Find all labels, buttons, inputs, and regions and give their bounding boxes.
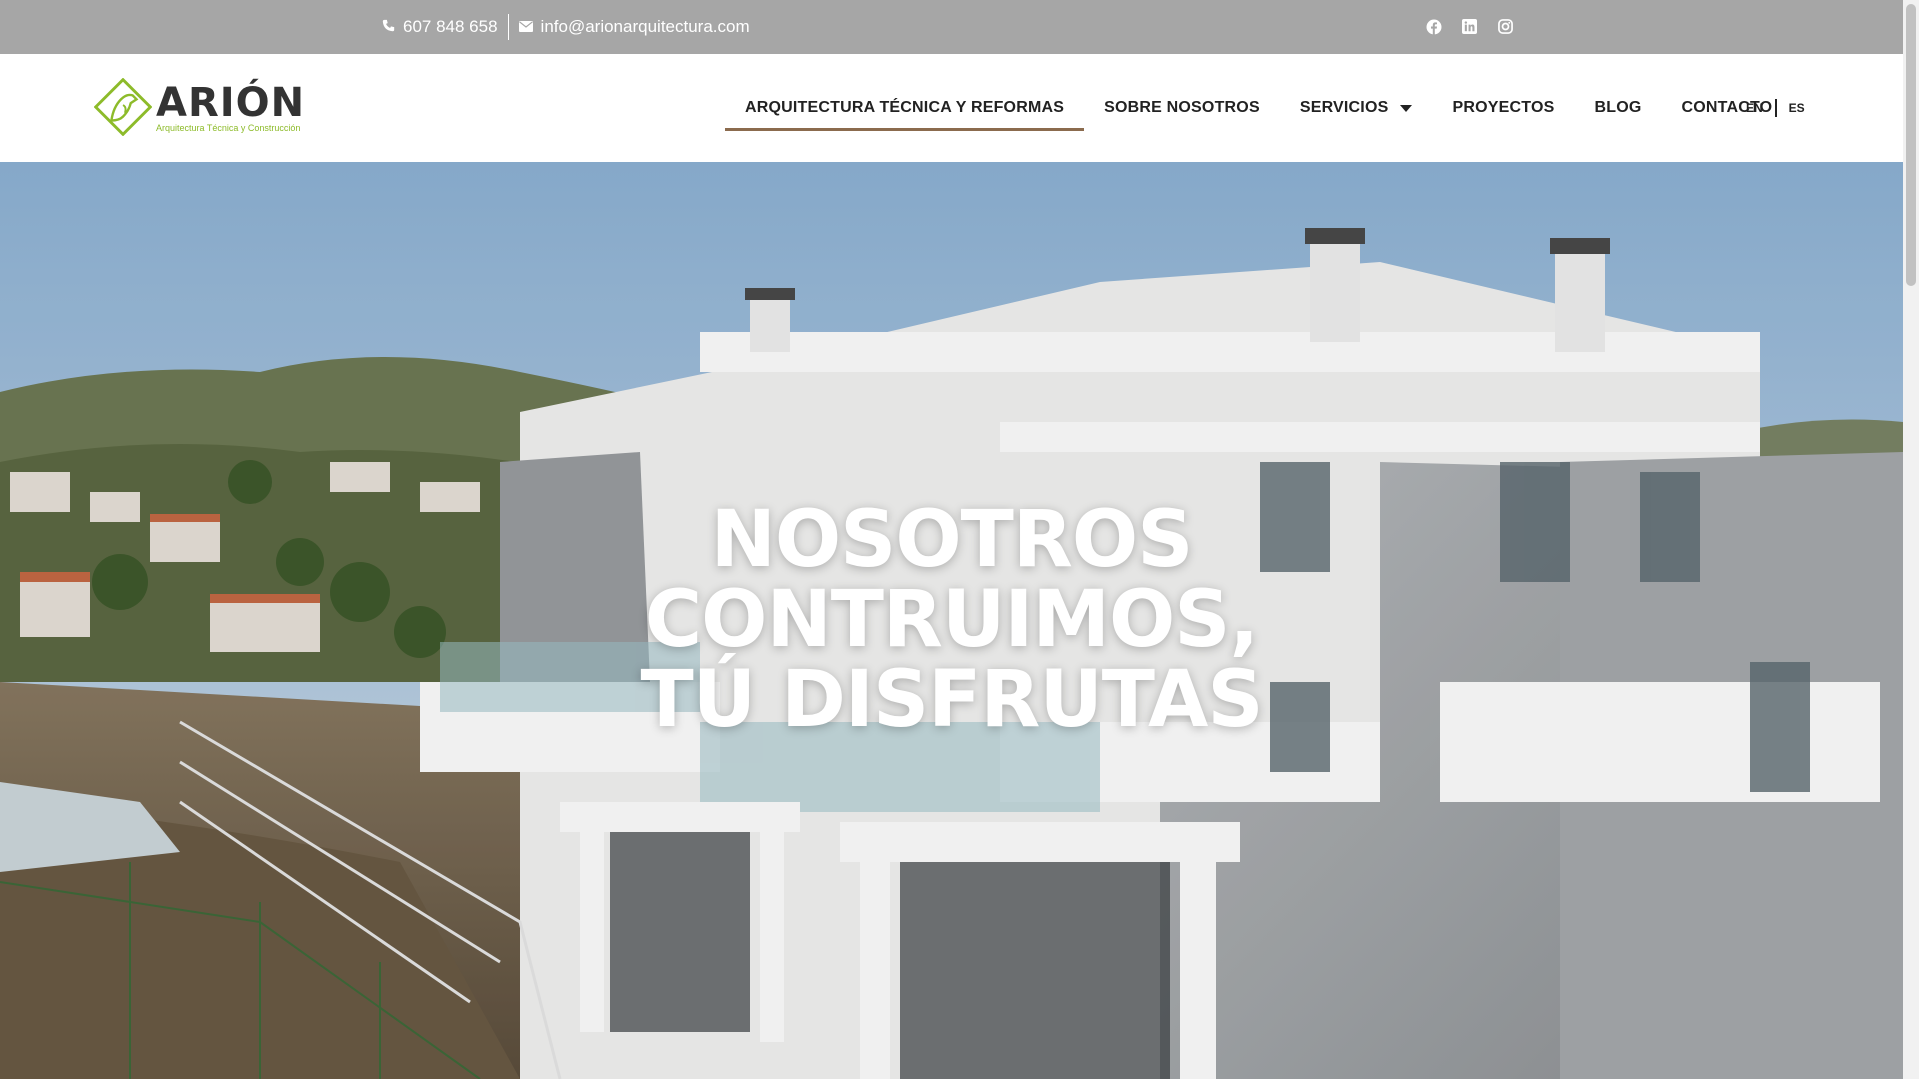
lang-divider	[1774, 99, 1777, 117]
lang-en[interactable]: EN	[1746, 101, 1763, 115]
hero-line-3: TÚ DISFRUTAS	[640, 655, 1263, 745]
lang-es[interactable]: ES	[1789, 101, 1805, 115]
instagram-icon[interactable]	[1498, 19, 1514, 35]
scrollbar-thumb[interactable]	[1906, 4, 1916, 286]
nav-item-servicios[interactable]: SERVICIOS	[1280, 85, 1433, 131]
brand-tagline: Arquitectura Técnica y Construcción	[156, 123, 301, 133]
contact-divider	[507, 14, 509, 40]
hero-line-1: NOSOTROS	[710, 495, 1194, 585]
language-switcher: EN ES	[1746, 54, 1805, 162]
nav-item-blog[interactable]: BLOG	[1574, 85, 1661, 131]
facebook-icon[interactable]	[1426, 19, 1442, 35]
hero-section: NOSOTROS CONTRUIMOS, TÚ DISFRUTAS	[0, 162, 1903, 1079]
nav-item-label: SERVICIOS	[1299, 99, 1389, 116]
linkedin-icon[interactable]	[1462, 19, 1478, 35]
hero-headline: NOSOTROS CONTRUIMOS, TÚ DISFRUTAS	[0, 500, 1903, 740]
site-logo[interactable]: ARIÓN Arquitectura Técnica y Construcció…	[94, 78, 305, 136]
nav-item-label: SOBRE NOSOTROS	[1104, 99, 1260, 116]
email-address: info@arionarquitectura.com	[540, 17, 750, 36]
social-links	[1426, 0, 1514, 54]
phone-number: 607 848 658	[403, 17, 498, 36]
brand-name: ARIÓN	[156, 80, 306, 126]
main-nav: ARQUITECTURA TÉCNICA Y REFORMAS SOBRE NO…	[725, 54, 1792, 162]
nav-item-label: ARQUITECTURA TÉCNICA Y REFORMAS	[745, 99, 1065, 116]
caret-down-icon[interactable]	[1400, 104, 1413, 112]
horse-logo-icon	[94, 78, 152, 136]
top-bar: 607 848 658 info@arionarquitectura.com	[0, 0, 1903, 54]
site-header: ARIÓN Arquitectura Técnica y Construcció…	[0, 54, 1903, 162]
hero-line-2: CONTRUIMOS,	[644, 575, 1259, 665]
nav-item-label: PROYECTOS	[1452, 99, 1555, 116]
email-link[interactable]: info@arionarquitectura.com	[518, 17, 750, 37]
nav-item-sobre-nosotros[interactable]: SOBRE NOSOTROS	[1084, 85, 1280, 131]
phone-link[interactable]: 607 848 658	[382, 17, 498, 37]
envelope-icon	[518, 17, 533, 37]
phone-icon	[382, 17, 395, 37]
page-scrollbar[interactable]	[1903, 0, 1919, 1079]
nav-item-arquitectura[interactable]: ARQUITECTURA TÉCNICA Y REFORMAS	[725, 85, 1085, 131]
nav-item-label: BLOG	[1594, 99, 1642, 116]
nav-item-proyectos[interactable]: PROYECTOS	[1432, 85, 1574, 131]
contact-info: 607 848 658 info@arionarquitectura.com	[382, 0, 750, 54]
